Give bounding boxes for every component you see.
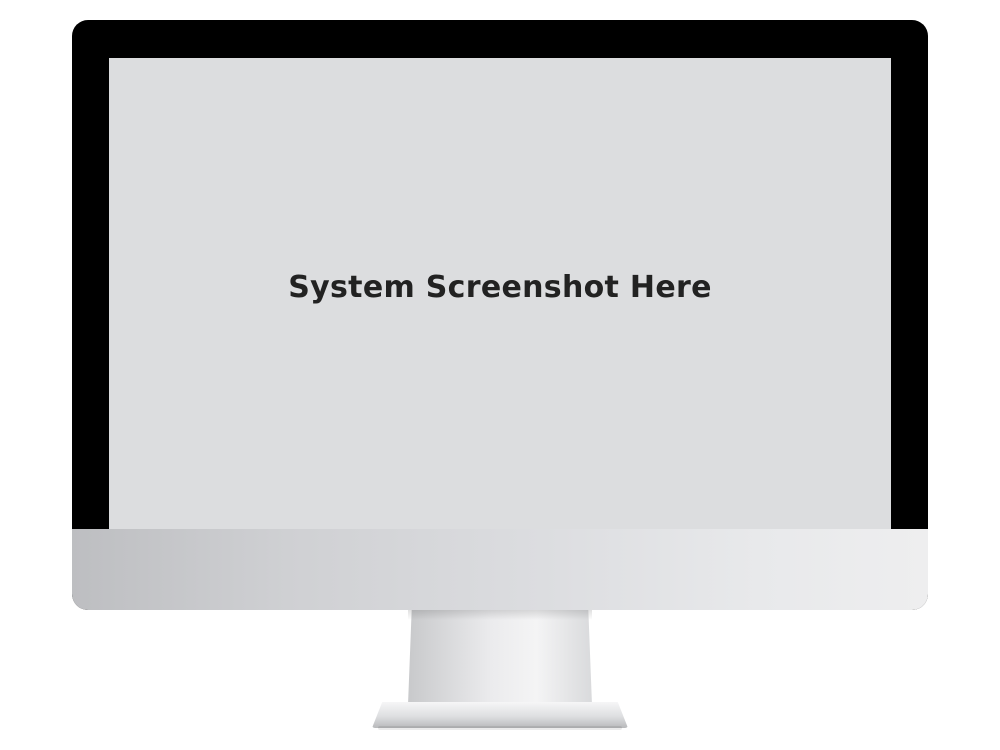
- monitor-mockup: System Screenshot Here: [0, 0, 1000, 750]
- monitor-stand-shadow: [408, 610, 592, 620]
- monitor-stand-neck: [408, 610, 592, 705]
- monitor-screen: System Screenshot Here: [109, 58, 891, 530]
- monitor-bezel: System Screenshot Here: [72, 20, 928, 610]
- monitor-stand-base: [372, 702, 628, 728]
- monitor-base-shadow: [378, 726, 622, 730]
- screen-placeholder-text: System Screenshot Here: [288, 269, 712, 305]
- monitor-chin: [72, 529, 928, 610]
